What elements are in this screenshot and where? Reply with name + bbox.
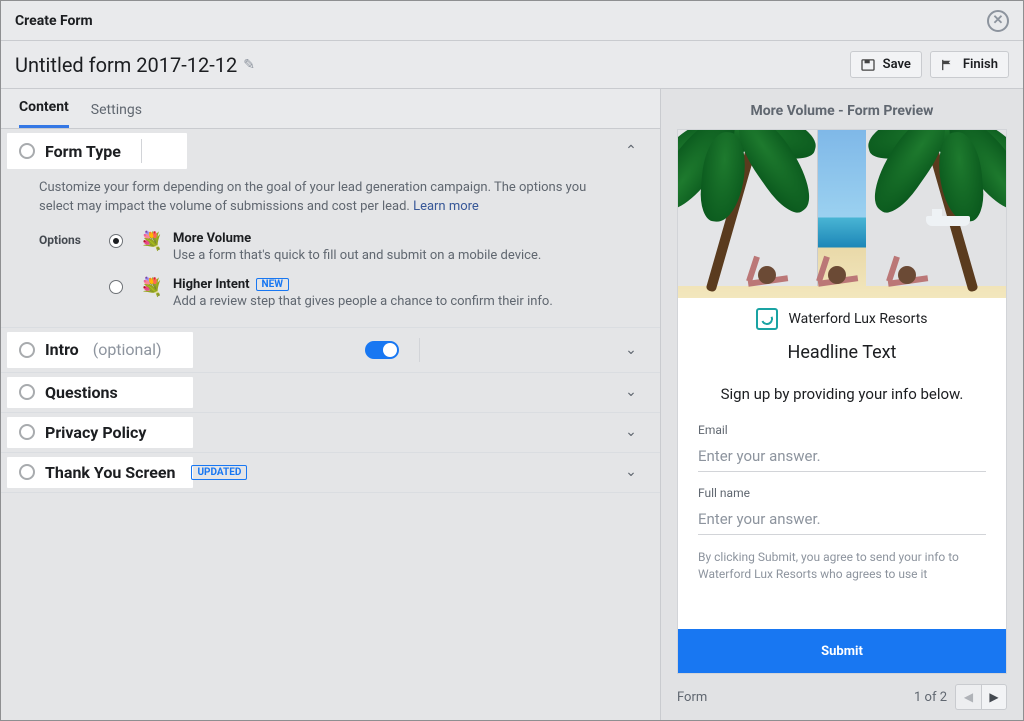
preview-brand: Waterford Lux Resorts xyxy=(678,298,1006,336)
pager-label: Form xyxy=(677,690,707,705)
section-title: Privacy Policy xyxy=(45,423,146,442)
save-button[interactable]: Save xyxy=(850,51,922,78)
higher-intent-icon: 💐 xyxy=(139,277,165,298)
section-form-type: Form Type ⌃ Customize your form dependin… xyxy=(1,129,660,328)
updated-badge: UPDATED xyxy=(191,465,247,480)
preview-subline: Sign up by providing your info below. xyxy=(678,375,1006,419)
chevron-down-icon[interactable]: ⌄ xyxy=(620,424,642,440)
section-title: Questions xyxy=(45,383,118,402)
more-volume-icon: 💐 xyxy=(139,231,165,252)
preview-phone: Waterford Lux Resorts Headline Text Sign… xyxy=(677,129,1007,674)
section-radio xyxy=(19,464,35,480)
new-badge: NEW xyxy=(256,278,289,291)
chevron-up-icon[interactable]: ⌃ xyxy=(620,143,642,159)
form-name: Untitled form 2017-12-12 xyxy=(15,53,237,77)
section-questions: Questions ⌄ xyxy=(1,373,660,413)
field-fullname: Full name Enter your answer. xyxy=(678,482,1006,545)
radio-higher-intent[interactable] xyxy=(109,280,123,294)
field-label: Full name xyxy=(698,486,986,500)
section-thankyou: Thank You Screen UPDATED ⌄ xyxy=(1,453,660,493)
boat-icon xyxy=(926,216,970,226)
brand-name: Waterford Lux Resorts xyxy=(788,311,927,327)
section-header-questions[interactable]: Questions ⌄ xyxy=(1,373,660,412)
section-header-thankyou[interactable]: Thank You Screen UPDATED ⌄ xyxy=(1,453,660,492)
header-top: Create Form ✕ xyxy=(1,1,1023,41)
sections: Form Type ⌃ Customize your form dependin… xyxy=(1,129,660,493)
pager-next-button[interactable]: ▶ xyxy=(981,684,1007,710)
save-label: Save xyxy=(883,57,911,72)
section-title: Intro xyxy=(45,340,79,359)
pencil-icon[interactable]: ✎ xyxy=(243,57,255,73)
higher-intent-desc: Add a review step that gives people a ch… xyxy=(173,294,622,309)
section-body-form-type: Customize your form depending on the goa… xyxy=(1,173,660,327)
preview-disclaimer: By clicking Submit, you agree to send yo… xyxy=(678,545,1006,583)
email-input[interactable]: Enter your answer. xyxy=(698,447,986,472)
higher-intent-title: Higher Intent xyxy=(173,277,250,292)
flag-icon xyxy=(941,59,955,71)
field-email: Email Enter your answer. xyxy=(678,419,1006,482)
section-header-intro[interactable]: Intro (optional) ⌄ xyxy=(1,328,660,372)
pager-prev-button[interactable]: ◀ xyxy=(955,684,981,710)
form-type-options: Options 💐 More Volume Use a form that's … xyxy=(39,231,622,309)
section-title: Thank You Screen xyxy=(45,463,175,482)
finish-label: Finish xyxy=(963,57,998,72)
finish-button[interactable]: Finish xyxy=(930,51,1009,78)
brand-logo-icon xyxy=(756,308,778,330)
chevron-down-icon[interactable]: ⌄ xyxy=(620,342,642,358)
header-sub: Untitled form 2017-12-12 ✎ Save Finish xyxy=(1,41,1023,89)
learn-more-link[interactable]: Learn more xyxy=(413,199,479,214)
section-radio xyxy=(19,384,35,400)
more-volume-title: More Volume xyxy=(173,231,622,246)
save-icon xyxy=(861,59,875,71)
section-radio xyxy=(19,342,35,358)
tab-content[interactable]: Content xyxy=(19,99,69,128)
submit-button[interactable]: Submit xyxy=(678,629,1006,673)
field-label: Email xyxy=(698,423,986,437)
section-optional: (optional) xyxy=(93,340,162,359)
options-label: Options xyxy=(39,231,109,247)
radio-more-volume[interactable] xyxy=(109,234,123,248)
preview-pager: Form 1 of 2 ◀ ▶ xyxy=(661,674,1023,720)
tabs: Content Settings xyxy=(1,89,660,129)
section-intro: Intro (optional) ⌄ xyxy=(1,328,660,373)
section-header-form-type[interactable]: Form Type ⌃ xyxy=(1,129,660,173)
section-radio xyxy=(19,424,35,440)
preview-hero-image xyxy=(678,130,1006,298)
section-title: Form Type xyxy=(45,142,121,161)
left-panel: Content Settings Form Type ⌃ Customize y… xyxy=(1,89,661,720)
section-header-privacy[interactable]: Privacy Policy ⌄ xyxy=(1,413,660,452)
more-volume-desc: Use a form that's quick to fill out and … xyxy=(173,248,622,263)
section-privacy: Privacy Policy ⌄ xyxy=(1,413,660,453)
pager-position: 1 of 2 xyxy=(914,690,947,705)
preview-headline: Headline Text xyxy=(678,336,1006,375)
chevron-down-icon[interactable]: ⌄ xyxy=(620,464,642,480)
fullname-input[interactable]: Enter your answer. xyxy=(698,510,986,535)
tab-settings[interactable]: Settings xyxy=(91,102,142,128)
preview-title: More Volume - Form Preview xyxy=(661,89,1023,129)
modal-title: Create Form xyxy=(15,13,93,29)
section-radio xyxy=(19,143,35,159)
app-root: Create Form ✕ Untitled form 2017-12-12 ✎… xyxy=(0,0,1024,721)
close-icon[interactable]: ✕ xyxy=(987,10,1009,32)
form-type-desc: Customize your form depending on the goa… xyxy=(39,179,622,217)
chevron-down-icon[interactable]: ⌄ xyxy=(620,384,642,400)
intro-toggle[interactable] xyxy=(365,341,399,359)
right-panel: More Volume - Form Preview Waterford Lux… xyxy=(661,89,1023,720)
